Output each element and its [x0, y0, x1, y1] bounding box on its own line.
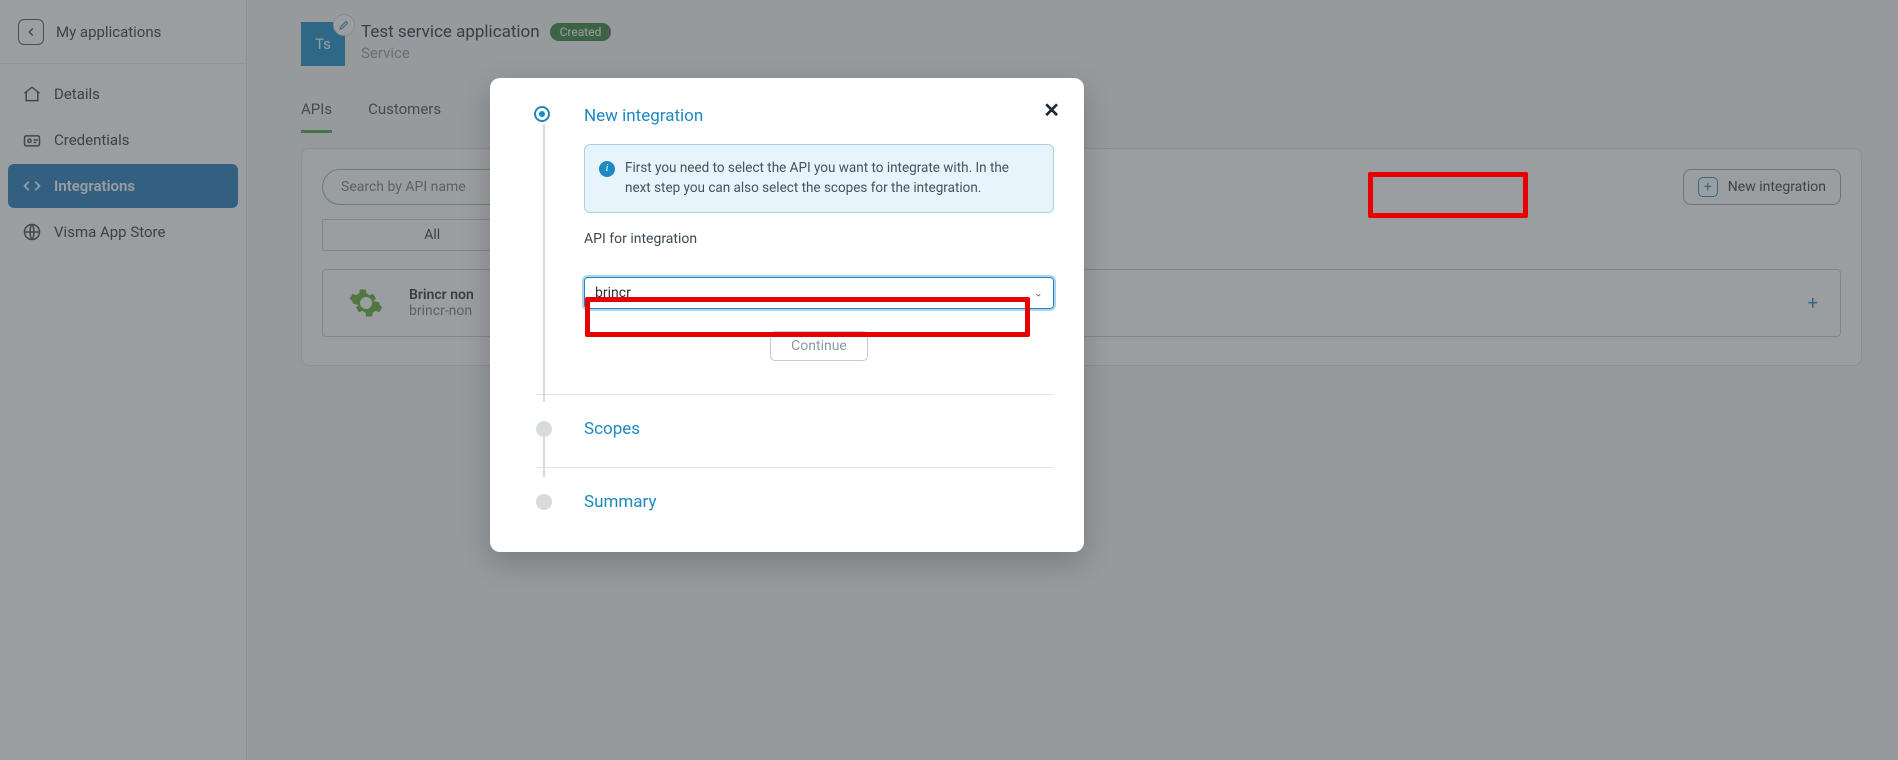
api-combobox-value: brincr: [595, 285, 631, 301]
step2-title: Scopes: [584, 419, 1054, 439]
new-integration-modal: ✕ New integration i First you need to se…: [490, 78, 1084, 552]
info-text: First you need to select the API you wan…: [625, 160, 1009, 196]
info-box: i First you need to select the API you w…: [584, 144, 1054, 213]
step-dot: [536, 421, 552, 437]
api-field-label: API for integration: [584, 231, 1054, 247]
step-new-integration: New integration i First you need to sele…: [536, 106, 1054, 366]
step-dot-active: [536, 108, 548, 120]
step-dot: [536, 494, 552, 510]
step1-title: New integration: [584, 106, 1054, 126]
step-divider: [536, 394, 1054, 395]
timeline-line: [543, 124, 545, 402]
continue-button[interactable]: Continue: [770, 331, 868, 361]
info-icon: i: [599, 161, 615, 177]
step3-title: Summary: [584, 492, 1054, 512]
step-summary[interactable]: Summary: [536, 492, 1054, 512]
timeline-line: [543, 437, 545, 477]
api-combobox[interactable]: brincr ⌄: [584, 277, 1054, 309]
chevron-down-icon: ⌄: [1034, 287, 1043, 300]
step-scopes[interactable]: Scopes: [536, 419, 1054, 439]
wizard-steps: New integration i First you need to sele…: [536, 106, 1054, 512]
step-divider: [536, 467, 1054, 468]
